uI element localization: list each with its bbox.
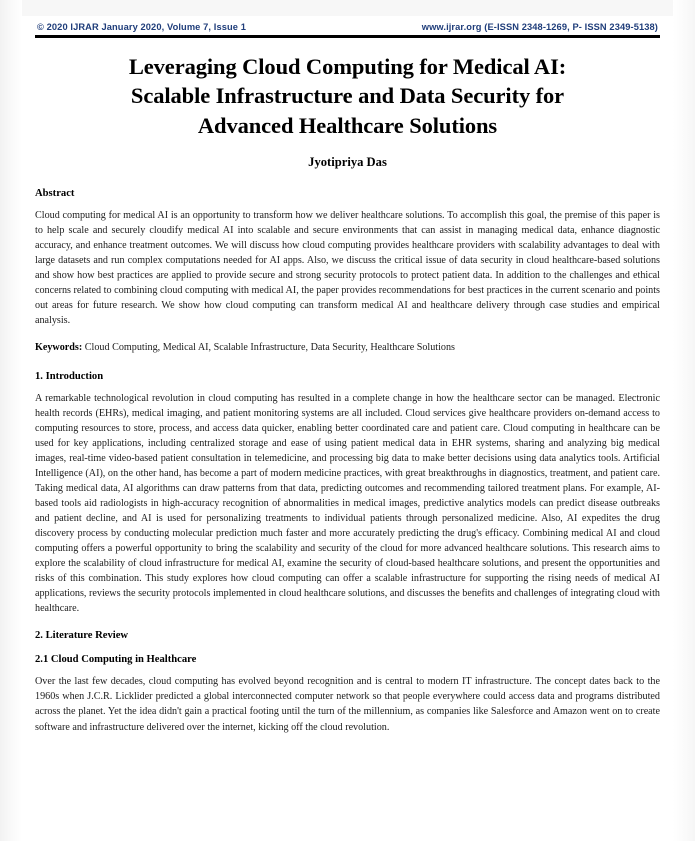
journal-running-header: © 2020 IJRAR January 2020, Volume 7, Iss… (35, 0, 660, 32)
paper-page: © 2020 IJRAR January 2020, Volume 7, Iss… (0, 0, 695, 841)
header-divider (35, 35, 660, 38)
introduction-text: A remarkable technological revolution in… (35, 392, 660, 615)
title-line-1: Leveraging Cloud Computing for Medical A… (128, 53, 567, 79)
keywords-value: Cloud Computing, Medical AI, Scalable In… (84, 341, 455, 353)
keywords-label: Keywords: (35, 341, 83, 353)
introduction-heading: 1. Introduction (35, 370, 104, 382)
cloud-computing-in-healthcare-subheading: 2.1 Cloud Computing in Healthcare (35, 654, 197, 666)
abstract-text: Cloud computing for medical AI is an opp… (35, 209, 660, 326)
title-line-3: Advanced Healthcare Solutions (197, 112, 498, 138)
journal-issue-info: © 2020 IJRAR January 2020, Volume 7, Iss… (37, 22, 246, 32)
abstract-heading: Abstract (35, 187, 75, 199)
keywords-line: Keywords: Cloud Computing, Medical AI, S… (35, 340, 660, 355)
literature-review-heading: 2. Literature Review (35, 630, 129, 642)
literature-review-text: Over the last few decades, cloud computi… (35, 676, 660, 733)
page-title: Leveraging Cloud Computing for Medical A… (51, 52, 644, 141)
author-name: Jyotipriya Das (308, 154, 387, 169)
journal-url-issn[interactable]: www.ijrar.org (E-ISSN 2348-1269, P- ISSN… (422, 22, 660, 32)
title-line-2: Scalable Infrastructure and Data Securit… (130, 83, 565, 109)
